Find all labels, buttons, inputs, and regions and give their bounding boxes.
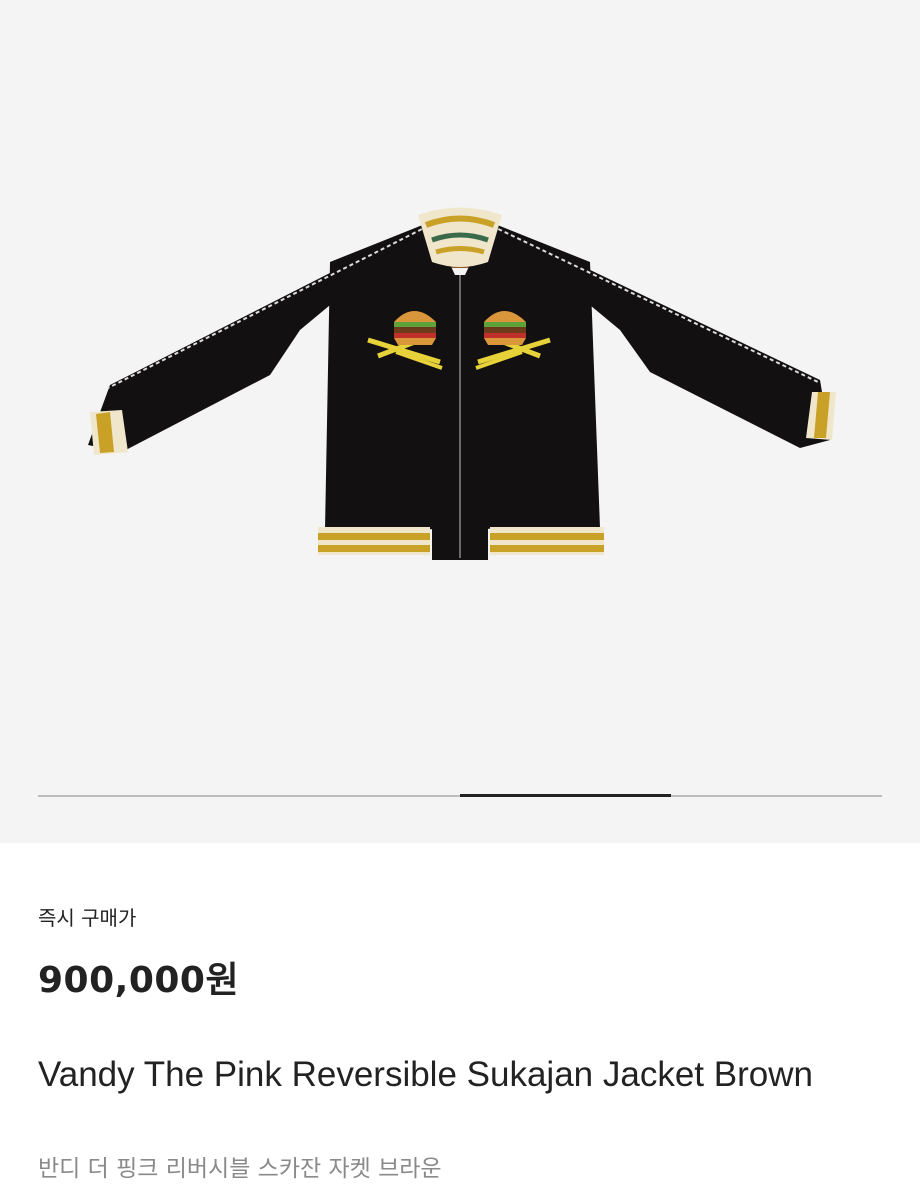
product-subtitle: 반디 더 핑크 리버시블 스카잔 자켓 브라운 xyxy=(38,1156,442,1182)
price: 900,000원 xyxy=(38,960,240,1001)
product-title: Vandy The Pink Reversible Sukajan Jacket… xyxy=(38,1055,813,1094)
price-label: 즉시 구매가 xyxy=(38,906,137,930)
image-progress-bar xyxy=(38,794,882,797)
product-image-gallery[interactable] xyxy=(0,0,920,843)
product-image[interactable] xyxy=(0,0,920,760)
image-progress-indicator xyxy=(460,794,671,797)
